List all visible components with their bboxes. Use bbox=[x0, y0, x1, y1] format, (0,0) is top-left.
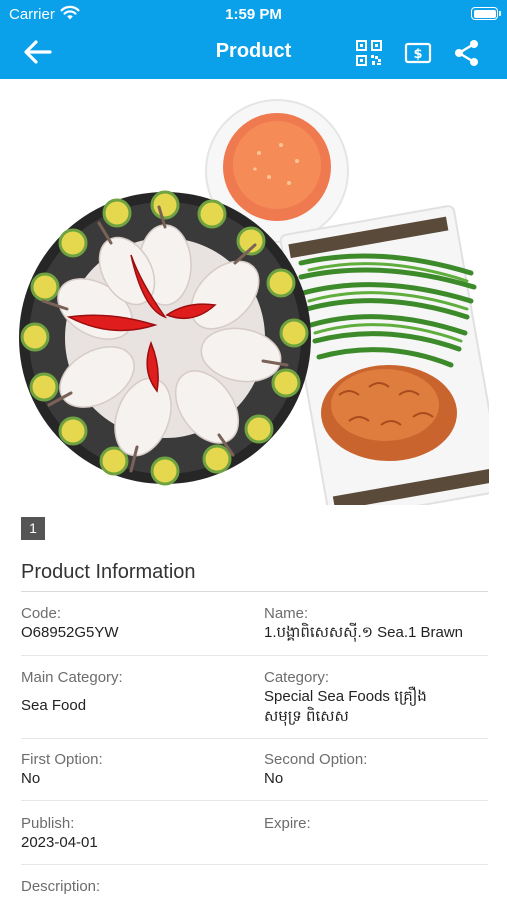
battery-icon bbox=[471, 7, 501, 20]
main-category-label: Main Category: bbox=[21, 669, 123, 686]
qr-code-icon[interactable] bbox=[356, 40, 382, 66]
name-label: Name: bbox=[264, 605, 309, 622]
code-label: Code: bbox=[21, 605, 62, 622]
publish-label: Publish: bbox=[21, 815, 75, 832]
clock: 1:59 PM bbox=[225, 6, 282, 23]
section-divider bbox=[21, 591, 488, 592]
first-option-value: No bbox=[21, 770, 41, 787]
code-value: O68952G5YW bbox=[21, 624, 119, 641]
main-category-value: Sea Food bbox=[21, 697, 87, 714]
category-label: Category: bbox=[264, 669, 330, 686]
product-image[interactable] bbox=[19, 95, 489, 505]
section-title: Product Information bbox=[21, 561, 196, 583]
row-divider bbox=[21, 800, 488, 801]
category-value-line2: សមុទ្រ ពិសេស bbox=[264, 708, 349, 725]
svg-text:$: $ bbox=[413, 47, 422, 62]
second-option-label: Second Option: bbox=[264, 751, 368, 768]
second-option-value: No bbox=[264, 770, 284, 787]
row-divider bbox=[21, 738, 488, 739]
image-page-indicator[interactable]: 1 bbox=[21, 517, 45, 540]
row-divider bbox=[21, 864, 488, 865]
status-bar: Carrier 1:59 PM bbox=[0, 0, 507, 30]
first-option-label: First Option: bbox=[21, 751, 103, 768]
category-value-line1: Special Sea Foods គ្រឿង bbox=[264, 688, 427, 705]
expire-label: Expire: bbox=[264, 815, 311, 832]
publish-value: 2023-04-01 bbox=[21, 834, 98, 851]
name-value: 1.បង្គាពិសេសស៊ី.១ Sea.1 Brawn bbox=[264, 624, 464, 641]
price-tag-icon[interactable]: $ bbox=[404, 41, 432, 65]
share-icon[interactable] bbox=[454, 39, 480, 67]
description-label: Description: bbox=[21, 878, 101, 895]
app-header: Carrier 1:59 PM Product $ bbox=[0, 0, 507, 79]
row-divider bbox=[21, 655, 488, 656]
